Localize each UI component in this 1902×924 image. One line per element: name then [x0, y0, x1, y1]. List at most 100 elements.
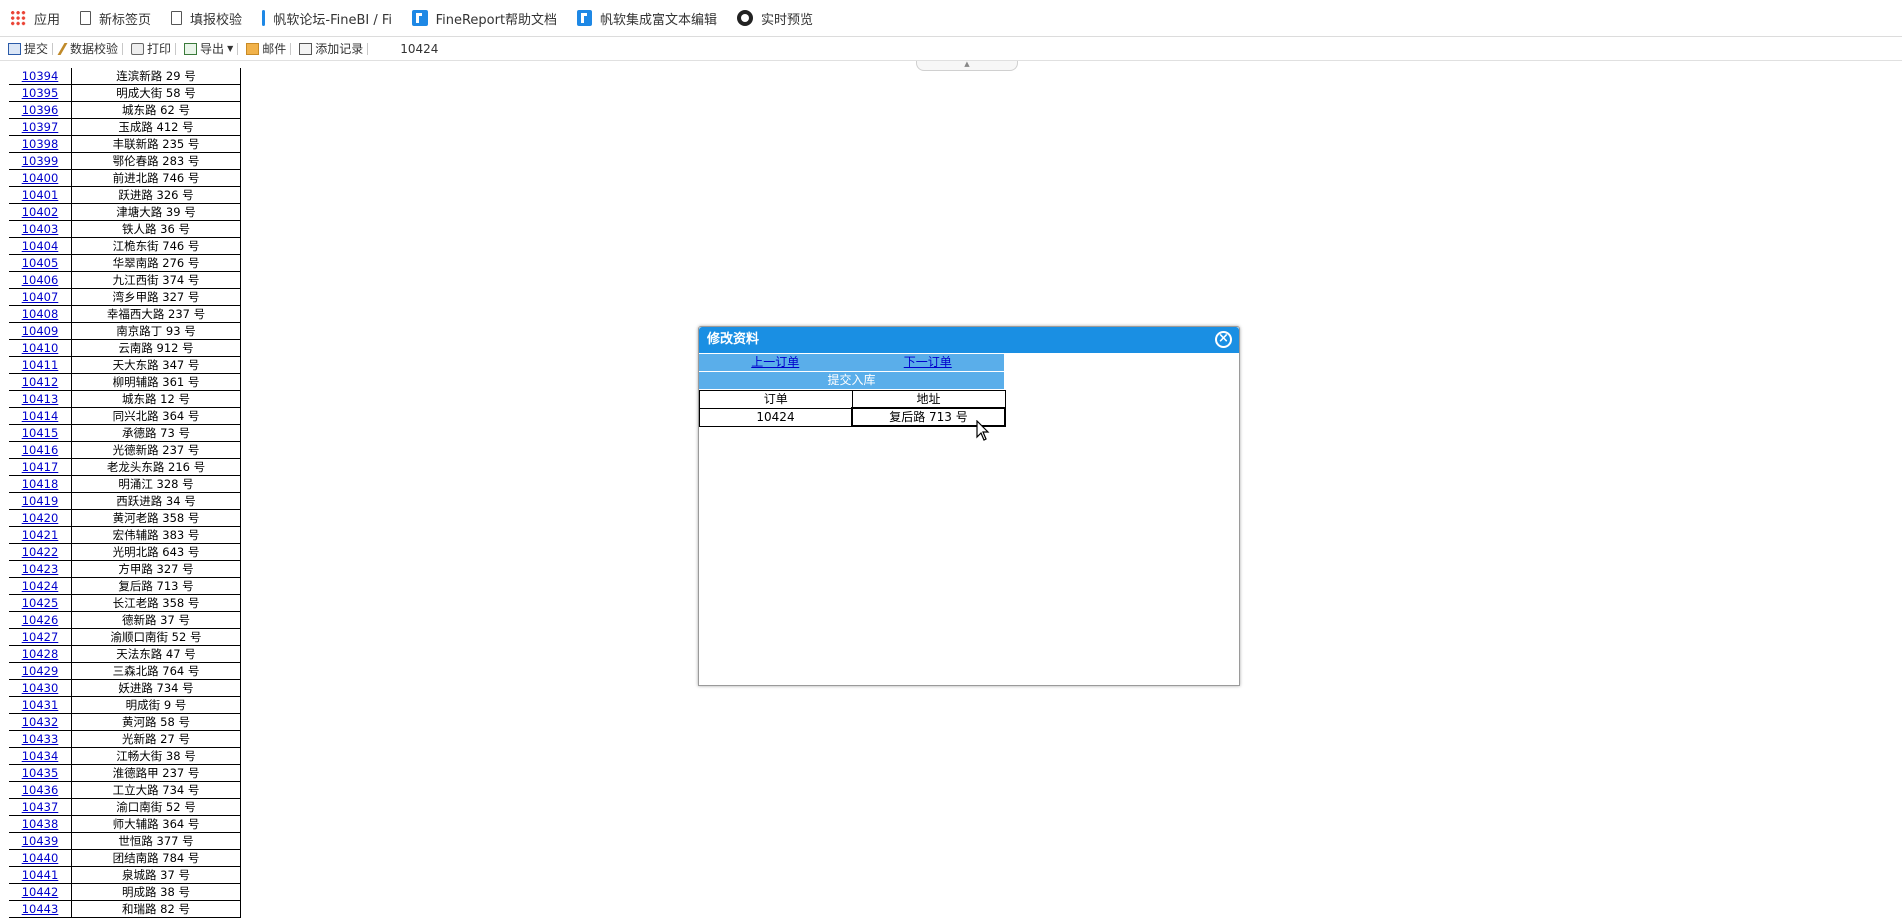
order-id-link[interactable]: 10412 — [22, 375, 59, 389]
order-id-link[interactable]: 10397 — [22, 120, 59, 134]
order-id-link[interactable]: 10429 — [22, 664, 59, 678]
order-id-cell: 10402 — [9, 203, 72, 221]
order-id-link[interactable]: 10441 — [22, 868, 59, 882]
order-id-link[interactable]: 10406 — [22, 273, 59, 287]
order-id-cell: 10421 — [9, 526, 72, 544]
close-icon[interactable]: × — [1215, 331, 1232, 348]
order-id-link[interactable]: 10426 — [22, 613, 59, 627]
address-cell: 城东路 62 号 — [71, 101, 241, 119]
table-row: 10408 幸福西大路 237 号 — [9, 305, 241, 323]
order-id-link[interactable]: 10432 — [22, 715, 59, 729]
order-id-link[interactable]: 10419 — [22, 494, 59, 508]
order-id-link[interactable]: 10408 — [22, 307, 59, 321]
order-id-link[interactable]: 10443 — [22, 902, 59, 916]
order-id-link[interactable]: 10394 — [22, 69, 59, 83]
table-row: 10416 光德新路 237 号 — [9, 441, 241, 459]
address-cell: 老龙头东路 216 号 — [71, 458, 241, 476]
order-id-link[interactable]: 10425 — [22, 596, 59, 610]
page-icon — [171, 11, 183, 25]
order-id-link[interactable]: 10435 — [22, 766, 59, 780]
order-id-link[interactable]: 10434 — [22, 749, 59, 763]
address-cell: 长江老路 358 号 — [71, 594, 241, 612]
table-row: 10424 复后路 713 号 — [9, 577, 241, 595]
order-id-link[interactable]: 10399 — [22, 154, 59, 168]
submit-icon — [8, 42, 21, 55]
order-id-link[interactable]: 10417 — [22, 460, 59, 474]
mail-button[interactable]: 邮件 — [238, 37, 290, 60]
order-id-link[interactable]: 10418 — [22, 477, 59, 491]
bookmark-item[interactable]: 实时预览 — [727, 0, 823, 36]
address-cell: 天大东路 347 号 — [71, 356, 241, 374]
order-id-link[interactable]: 10430 — [22, 681, 59, 695]
order-id-link[interactable]: 10421 — [22, 528, 59, 542]
next-order-link[interactable]: 下一订单 — [852, 354, 1005, 371]
verify-button[interactable]: 数据校验 — [53, 37, 122, 60]
order-id-link[interactable]: 10423 — [22, 562, 59, 576]
order-id-link[interactable]: 10437 — [22, 800, 59, 814]
prev-order-link[interactable]: 上一订单 — [699, 354, 852, 371]
order-id-link[interactable]: 10402 — [22, 205, 59, 219]
table-row: 10412 柳明辅路 361 号 — [9, 373, 241, 391]
bookmark-item[interactable]: 填报校验 — [161, 0, 252, 36]
address-cell: 玉成路 412 号 — [71, 118, 241, 136]
address-cell: 津塘大路 39 号 — [71, 203, 241, 221]
order-id-link[interactable]: 10401 — [22, 188, 59, 202]
table-row: 10405 华翠南路 276 号 — [9, 254, 241, 272]
collapse-toolbar-handle[interactable]: ▲ — [916, 61, 1018, 71]
order-id-link[interactable]: 10427 — [22, 630, 59, 644]
order-id-link[interactable]: 10415 — [22, 426, 59, 440]
order-id-cell: 10395 — [9, 84, 72, 102]
order-id-link[interactable]: 10409 — [22, 324, 59, 338]
order-id-link[interactable]: 10400 — [22, 171, 59, 185]
bookmarks-bar: 应用 新标签页 填报校验 帆软论坛-FineBI / Fi FineReport帮助文档… — [0, 0, 1902, 37]
print-button[interactable]: 打印 — [123, 37, 175, 60]
address-cell: 湾乡甲路 327 号 — [71, 288, 241, 306]
address-cell: 西跃进路 34 号 — [71, 492, 241, 510]
address-cell: 方甲路 327 号 — [71, 560, 241, 578]
page-icon — [80, 11, 92, 25]
order-id-link[interactable]: 10395 — [22, 86, 59, 100]
order-id-link[interactable]: 10404 — [22, 239, 59, 253]
order-id-link[interactable]: 10422 — [22, 545, 59, 559]
order-id-link[interactable]: 10407 — [22, 290, 59, 304]
order-id-link[interactable]: 10442 — [22, 885, 59, 899]
submit-to-db-button[interactable]: 提交入库 — [699, 372, 1004, 389]
order-id-link[interactable]: 10428 — [22, 647, 59, 661]
bookmark-item[interactable]: 帆软集成富文本编辑 — [567, 0, 727, 36]
order-id-link[interactable]: 10424 — [22, 579, 59, 593]
order-id-link[interactable]: 10405 — [22, 256, 59, 270]
table-row: 10434 江畅大街 38 号 — [9, 747, 241, 765]
add-record-button[interactable]: 添加记录 — [291, 37, 367, 60]
order-id-cell: 10408 — [9, 305, 72, 323]
order-id-link[interactable]: 10440 — [22, 851, 59, 865]
order-id-link[interactable]: 10396 — [22, 103, 59, 117]
order-id-link[interactable]: 10433 — [22, 732, 59, 746]
order-id-link[interactable]: 10431 — [22, 698, 59, 712]
export-button[interactable]: 导出 ▼ — [176, 37, 237, 60]
order-id-link[interactable]: 10410 — [22, 341, 59, 355]
table-row: 10396 城东路 62 号 — [9, 101, 241, 119]
bookmark-item[interactable]: FineReport帮助文档 — [402, 0, 567, 36]
order-id-link[interactable]: 10414 — [22, 409, 59, 423]
order-id-link[interactable]: 10411 — [22, 358, 59, 372]
order-id-link[interactable]: 10420 — [22, 511, 59, 525]
table-row: 10402 津塘大路 39 号 — [9, 203, 241, 221]
order-id-link[interactable]: 10436 — [22, 783, 59, 797]
bookmark-item[interactable]: 应用 — [0, 0, 70, 36]
order-id-link[interactable]: 10398 — [22, 137, 59, 151]
order-id-link[interactable]: 10403 — [22, 222, 59, 236]
bookmark-item[interactable]: 新标签页 — [70, 0, 161, 36]
order-id-link[interactable]: 10439 — [22, 834, 59, 848]
order-id-link[interactable]: 10438 — [22, 817, 59, 831]
order-id-cell: 10426 — [9, 611, 72, 629]
table-row: 10442 明成路 38 号 — [9, 883, 241, 901]
order-id-link[interactable]: 10413 — [22, 392, 59, 406]
bookmark-label: 新标签页 — [99, 12, 152, 28]
order-id-cell: 10415 — [9, 424, 72, 442]
address-cell: 连滨新路 29 号 — [71, 68, 241, 85]
order-id-link[interactable]: 10416 — [22, 443, 59, 457]
submit-button[interactable]: 提交 — [0, 37, 52, 60]
bookmark-item[interactable]: 帆软论坛-FineBI / Fi — [252, 0, 402, 36]
address-cell: 天法东路 47 号 — [71, 645, 241, 663]
table-row: 10420 黄河老路 358 号 — [9, 509, 241, 527]
